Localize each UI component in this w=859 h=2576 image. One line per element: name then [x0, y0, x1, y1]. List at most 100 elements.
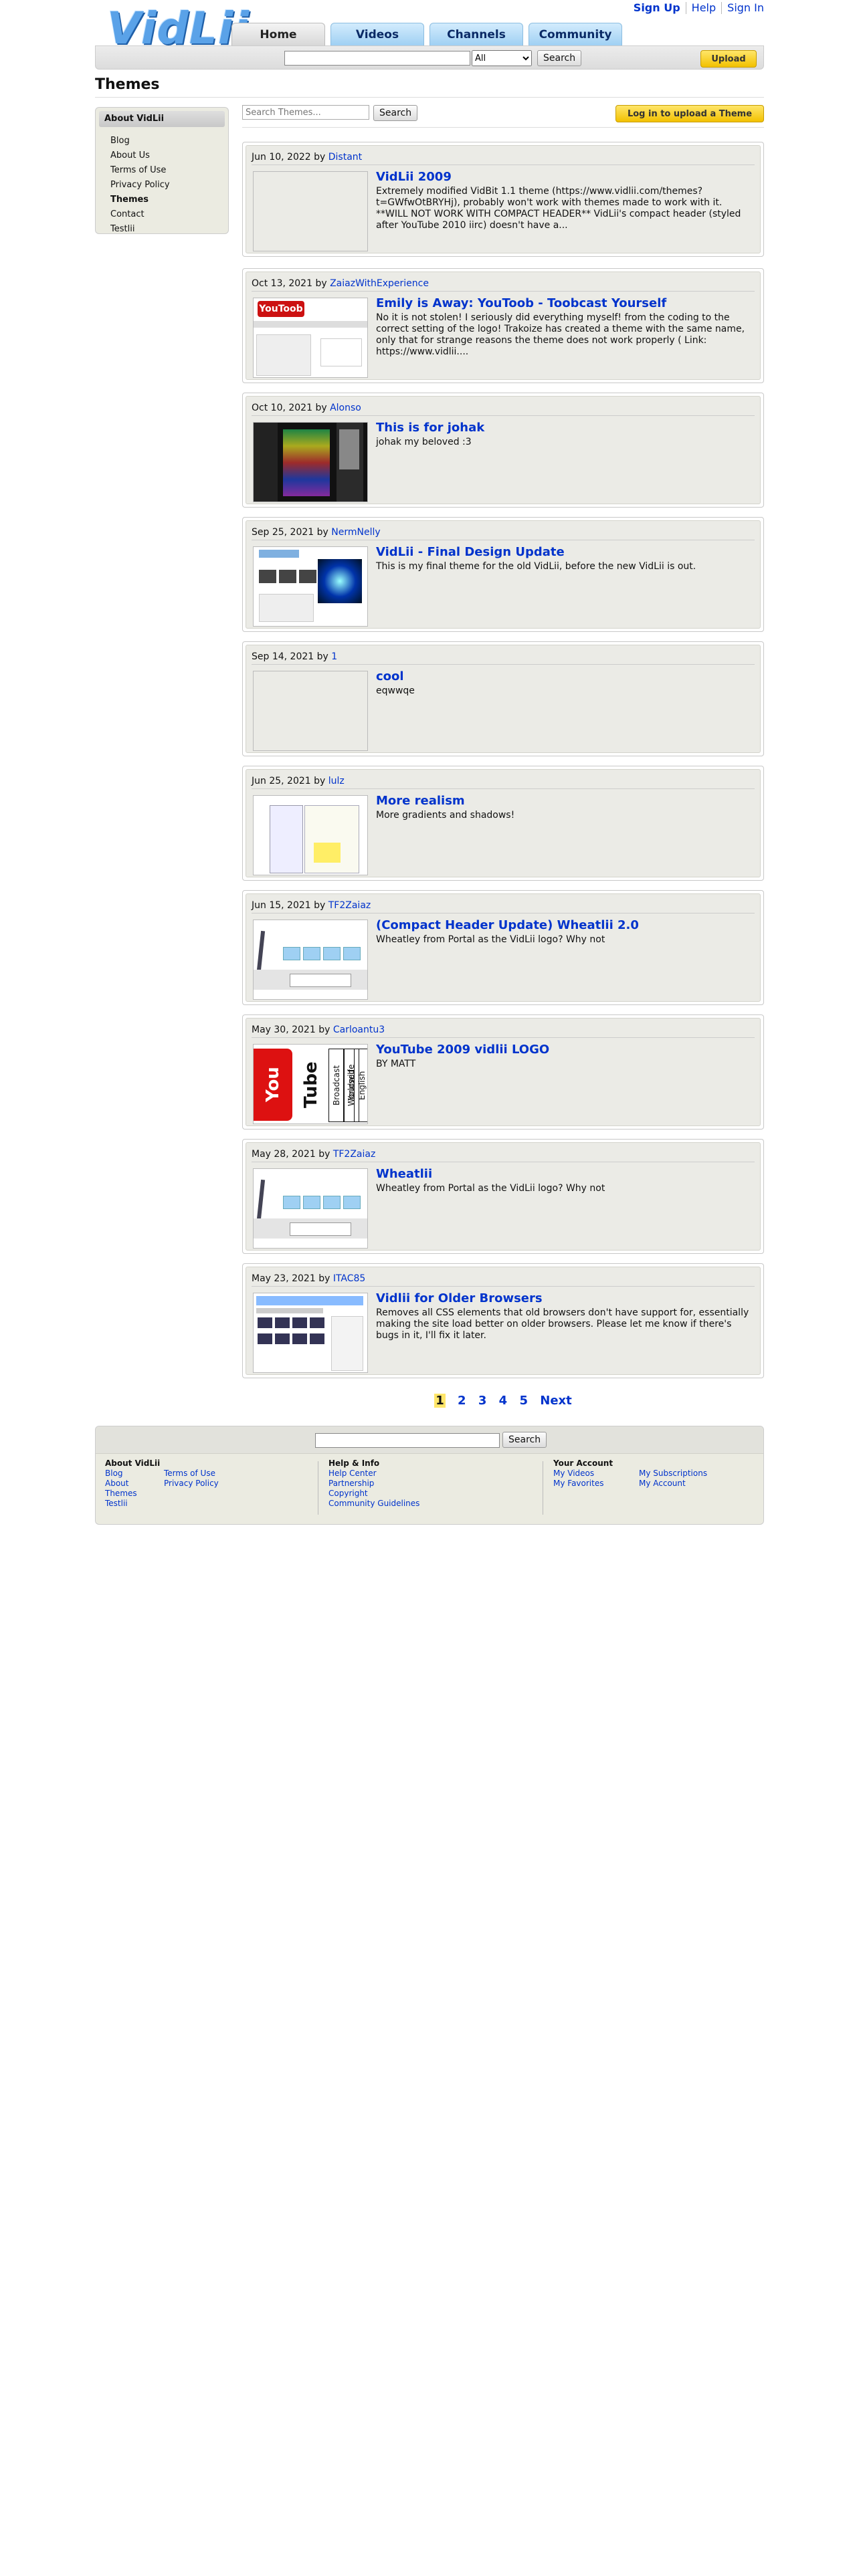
- theme-author-link[interactable]: 1: [331, 651, 337, 662]
- tab-channels[interactable]: Channels: [430, 23, 523, 45]
- theme-meta: Sep 25, 2021 by NermNelly: [252, 525, 755, 540]
- theme-description: Wheatley from Portal as the VidLii logo?…: [376, 934, 605, 945]
- theme-card-body: Oct 13, 2021 by ZaiazWithExperience YouT…: [246, 272, 761, 380]
- footer-search-button[interactable]: Search: [502, 1432, 547, 1448]
- page-link-1[interactable]: 1: [434, 1394, 446, 1408]
- theme-date: May 30, 2021: [252, 1025, 316, 1035]
- theme-thumbnail[interactable]: You Tube Broadcast Yourself Worldwide En…: [253, 1044, 368, 1124]
- theme-author-link[interactable]: TF2Zaiaz: [333, 1149, 376, 1160]
- sidebar-item-terms[interactable]: Terms of Use: [110, 163, 228, 178]
- themes-main: Search Log in to upload a Theme Jun 10, …: [242, 103, 764, 1378]
- footer-link-my-subscriptions[interactable]: My Subscriptions: [639, 1469, 707, 1479]
- theme-thumbnail[interactable]: [253, 671, 368, 751]
- theme-card: May 23, 2021 by ITAC85 Vidlii for Older …: [242, 1263, 764, 1378]
- theme-by: by: [315, 278, 327, 289]
- theme-thumbnail[interactable]: [253, 1168, 368, 1249]
- next-page-link[interactable]: Next: [540, 1394, 572, 1408]
- theme-title-link[interactable]: Wheatlii: [376, 1167, 432, 1181]
- theme-title-link[interactable]: YouTube 2009 vidlii LOGO: [376, 1043, 549, 1057]
- theme-title-link[interactable]: Emily is Away: YouToob - Toobcast Yourse…: [376, 296, 666, 310]
- sidebar-item-blog[interactable]: Blog: [110, 134, 228, 148]
- theme-date: Jun 15, 2021: [252, 900, 311, 911]
- theme-author-link[interactable]: Alonso: [330, 403, 361, 413]
- footer-account-col2: My Subscriptions My Account: [639, 1469, 707, 1489]
- footer-link-themes[interactable]: Themes: [105, 1489, 160, 1499]
- theme-author-link[interactable]: ZaiazWithExperience: [330, 278, 429, 289]
- theme-thumbnail[interactable]: [253, 546, 368, 627]
- theme-author-link[interactable]: lulz: [328, 776, 345, 786]
- tab-videos[interactable]: Videos: [330, 23, 424, 45]
- theme-title-link[interactable]: cool: [376, 669, 404, 683]
- theme-search-input[interactable]: [242, 105, 369, 120]
- theme-description: Removes all CSS elements that old browse…: [376, 1307, 749, 1341]
- footer-help-col: Help & Info Help Center Partnership Copy…: [328, 1459, 419, 1509]
- tab-community[interactable]: Community: [529, 23, 622, 45]
- footer-link-privacy[interactable]: Privacy Policy: [164, 1479, 219, 1489]
- theme-card: Oct 13, 2021 by ZaiazWithExperience YouT…: [242, 268, 764, 383]
- upload-button[interactable]: Upload: [700, 50, 757, 68]
- page-link-4[interactable]: 4: [499, 1394, 508, 1408]
- page-link-5[interactable]: 5: [519, 1394, 528, 1408]
- tab-home[interactable]: Home: [231, 23, 325, 45]
- theme-thumbnail[interactable]: [253, 795, 368, 875]
- theme-author-link[interactable]: TF2Zaiaz: [328, 900, 371, 911]
- page-link-2[interactable]: 2: [458, 1394, 466, 1408]
- theme-author-link[interactable]: Distant: [328, 152, 362, 163]
- theme-card-body: Jun 10, 2022 by Distant VidLii 2009 Extr…: [246, 145, 761, 253]
- theme-thumbnail[interactable]: [253, 171, 368, 251]
- theme-thumbnail[interactable]: [253, 1293, 368, 1373]
- theme-thumbnail[interactable]: [253, 920, 368, 1000]
- theme-title-link[interactable]: (Compact Header Update) Wheatlii 2.0: [376, 918, 639, 932]
- search-scope-select[interactable]: All: [472, 50, 532, 66]
- thumb-shape: [323, 947, 341, 960]
- help-link[interactable]: Help: [692, 1, 716, 14]
- footer-link-terms[interactable]: Terms of Use: [164, 1469, 219, 1479]
- footer-link-guidelines[interactable]: Community Guidelines: [328, 1499, 419, 1509]
- theme-description: No it is not stolen! I seriously did eve…: [376, 312, 745, 357]
- theme-thumbnail[interactable]: YouToob: [253, 298, 368, 378]
- thumb-shape: [303, 947, 320, 960]
- theme-meta: Sep 14, 2021 by 1: [252, 649, 755, 665]
- theme-title-link[interactable]: Vidlii for Older Browsers: [376, 1291, 543, 1305]
- theme-search-button[interactable]: Search: [373, 105, 418, 121]
- footer-link-my-account[interactable]: My Account: [639, 1479, 707, 1489]
- theme-card-body: May 28, 2021 by TF2Zaiaz Wheatlii Wheatl…: [246, 1142, 761, 1251]
- sign-in-link[interactable]: Sign In: [727, 1, 764, 14]
- theme-author-link[interactable]: Carloantu3: [333, 1025, 385, 1035]
- footer-link-about[interactable]: About: [105, 1479, 160, 1489]
- sidebar-item-privacy[interactable]: Privacy Policy: [110, 178, 228, 193]
- theme-title-link[interactable]: More realism: [376, 794, 465, 808]
- theme-date: Oct 10, 2021: [252, 403, 312, 413]
- sidebar-item-contact[interactable]: Contact: [110, 207, 228, 222]
- theme-title-link[interactable]: VidLii - Final Design Update: [376, 545, 565, 559]
- thumb-shape: [270, 805, 303, 873]
- thumb-shape: [256, 930, 266, 972]
- theme-card: Oct 10, 2021 by Alonso This is for johak…: [242, 393, 764, 508]
- sidebar-item-themes[interactable]: Themes: [110, 193, 228, 207]
- header-search-button[interactable]: Search: [537, 50, 582, 66]
- theme-date: Sep 14, 2021: [252, 651, 314, 662]
- footer-link-my-videos[interactable]: My Videos: [553, 1469, 613, 1479]
- page-link-3[interactable]: 3: [478, 1394, 487, 1408]
- sidebar-item-testlii[interactable]: Testlii: [110, 222, 228, 237]
- theme-title-link[interactable]: VidLii 2009: [376, 170, 452, 184]
- thumb-shape: [259, 550, 299, 558]
- theme-author-link[interactable]: ITAC85: [333, 1273, 366, 1284]
- sign-up-link[interactable]: Sign Up: [634, 1, 680, 14]
- footer-search-input[interactable]: [315, 1433, 500, 1448]
- footer-link-partnership[interactable]: Partnership: [328, 1479, 419, 1489]
- theme-thumbnail[interactable]: [253, 422, 368, 502]
- footer-link-my-favorites[interactable]: My Favorites: [553, 1479, 613, 1489]
- theme-date: Sep 25, 2021: [252, 527, 314, 538]
- footer-link-copyright[interactable]: Copyright: [328, 1489, 419, 1499]
- theme-meta: Oct 10, 2021 by Alonso: [252, 401, 755, 416]
- header-search-input[interactable]: [284, 51, 470, 66]
- login-upload-theme-button[interactable]: Log in to upload a Theme: [615, 105, 764, 122]
- theme-title-link[interactable]: This is for johak: [376, 421, 484, 435]
- footer-link-help-center[interactable]: Help Center: [328, 1469, 419, 1479]
- theme-author-link[interactable]: NermNelly: [331, 527, 380, 538]
- sidebar-item-about-us[interactable]: About Us: [110, 148, 228, 163]
- thumb-shape: [290, 974, 351, 987]
- footer-link-testlii[interactable]: Testlii: [105, 1499, 160, 1509]
- footer-link-blog[interactable]: Blog: [105, 1469, 160, 1479]
